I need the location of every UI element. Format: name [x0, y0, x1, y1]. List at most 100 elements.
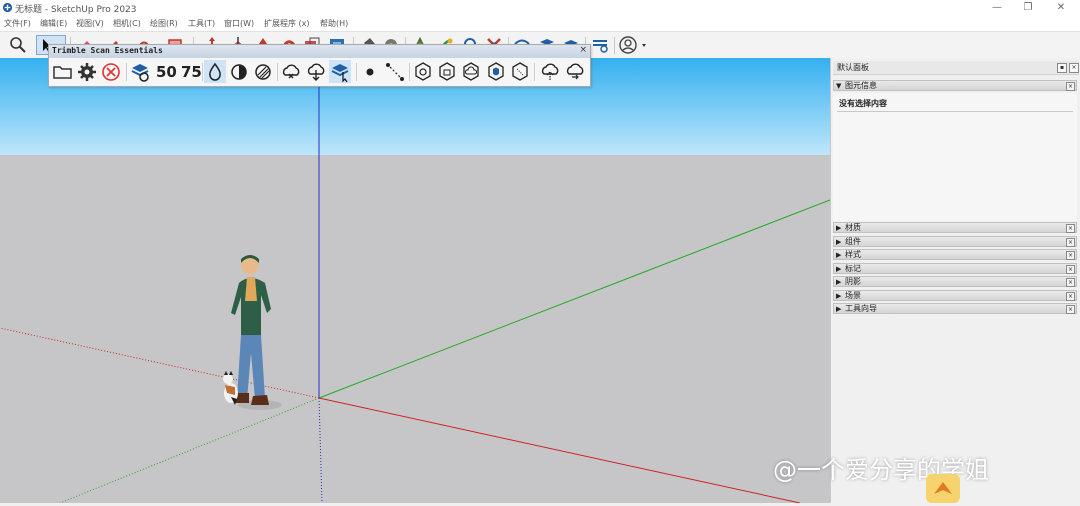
- model-viewport[interactable]: [0, 58, 830, 503]
- floating-separator: [277, 63, 278, 81]
- density-75-label: 75: [181, 63, 202, 81]
- sketchup-logo-icon: [2, 2, 13, 13]
- scan-settings-icon[interactable]: [590, 35, 610, 55]
- cloud-download-icon[interactable]: [305, 60, 327, 83]
- menu-tools[interactable]: 工具(T): [188, 18, 215, 29]
- title-bar: 无标题 - SketchUp Pro 2023 — ❐ ✕: [0, 0, 1080, 16]
- panel-header: 默认面板 ▪ ×: [833, 61, 1079, 75]
- density-50-label: 50: [156, 63, 177, 81]
- no-selection-text: 没有选择内容: [839, 99, 887, 108]
- settings-gear-icon[interactable]: [76, 60, 98, 83]
- menu-help[interactable]: 帮助(H): [320, 18, 348, 29]
- drop-icon[interactable]: [204, 60, 226, 83]
- hex-outline-icon[interactable]: [509, 60, 531, 83]
- section-label: 材质: [845, 223, 861, 232]
- cloud-x-icon[interactable]: [280, 60, 302, 83]
- panel-close-icon[interactable]: ×: [1069, 63, 1079, 73]
- crop-icon[interactable]: [412, 60, 434, 83]
- contrast-icon[interactable]: [228, 60, 250, 83]
- zoom-icon[interactable]: [8, 35, 28, 55]
- menu-view[interactable]: 视图(V): [76, 18, 104, 29]
- section-close-icon[interactable]: ×: [1066, 251, 1075, 260]
- hex-fill-icon[interactable]: [485, 60, 507, 83]
- expanded-arrow-icon: ▼: [836, 82, 842, 90]
- layers-cursor-icon[interactable]: [329, 60, 351, 83]
- entity-info-body: 没有选择内容: [833, 93, 1077, 221]
- point-icon[interactable]: [359, 60, 381, 83]
- collapsed-arrow-icon: ▶: [836, 278, 842, 286]
- section-label: 组件: [845, 237, 861, 246]
- collapsed-arrow-icon: ▶: [836, 224, 842, 232]
- floating-separator: [356, 63, 357, 81]
- menu-draw[interactable]: 绘图(R): [150, 18, 178, 29]
- menu-camera[interactable]: 相机(C): [113, 18, 141, 29]
- section-tags[interactable]: ▶ 标记 ×: [833, 263, 1077, 274]
- point-cloud-icon[interactable]: [129, 60, 151, 83]
- collapsed-arrow-icon: ▶: [836, 292, 842, 300]
- section-close-icon[interactable]: ×: [1066, 278, 1075, 287]
- toolbar-separator: [614, 37, 615, 54]
- section-components[interactable]: ▶ 组件 ×: [833, 236, 1077, 247]
- account-icon[interactable]: [618, 35, 650, 55]
- green-axis-dotted: [59, 397, 320, 503]
- section-instructor[interactable]: ▶ 工具向导 ×: [833, 303, 1077, 314]
- collapsed-arrow-icon: ▶: [836, 305, 842, 313]
- section-close-icon[interactable]: ×: [1066, 224, 1075, 233]
- floating-separator: [534, 63, 535, 81]
- floating-toolbar-titlebar[interactable]: Trimble Scan Essentials ×: [49, 45, 590, 58]
- section-close-icon[interactable]: ×: [1066, 238, 1075, 247]
- collapsed-arrow-icon: ▶: [836, 265, 842, 273]
- menu-extensions[interactable]: 扩展程序 (x): [264, 18, 310, 29]
- close-button[interactable]: ✕: [1046, 0, 1076, 16]
- floating-separator: [126, 63, 127, 81]
- density-50-button[interactable]: 50: [153, 60, 177, 83]
- section-close-icon[interactable]: ×: [1066, 82, 1075, 91]
- section-entity-info[interactable]: ▼ 图元信息 ×: [833, 80, 1077, 91]
- floating-toolbar-close[interactable]: ×: [579, 45, 587, 55]
- restore-button[interactable]: ❐: [1013, 0, 1043, 16]
- section-label: 样式: [845, 250, 861, 259]
- section-label: 图元信息: [845, 81, 877, 90]
- open-folder-icon[interactable]: [52, 60, 74, 83]
- panel-title: 默认面板: [837, 63, 869, 72]
- cloud-upload-icon[interactable]: [539, 60, 561, 83]
- pin-icon[interactable]: ▪: [1057, 63, 1067, 73]
- section-close-icon[interactable]: ×: [1066, 305, 1075, 314]
- window-title: 无标题 - SketchUp Pro 2023: [15, 5, 137, 15]
- section-label: 工具向导: [845, 304, 877, 313]
- cloud-shape-icon[interactable]: [460, 60, 482, 83]
- scan-essentials-toolbar[interactable]: Trimble Scan Essentials × 50 75: [48, 44, 591, 87]
- section-scenes[interactable]: ▶ 场景 ×: [833, 290, 1077, 301]
- watermark-logo-icon: [926, 474, 960, 503]
- divider: [837, 111, 1073, 112]
- section-label: 标记: [845, 264, 861, 273]
- line-points-icon[interactable]: [384, 60, 406, 83]
- section-label: 阴影: [845, 277, 861, 286]
- cancel-icon[interactable]: [100, 60, 122, 83]
- section-close-icon[interactable]: ×: [1066, 265, 1075, 274]
- menu-window[interactable]: 窗口(W): [224, 18, 254, 29]
- scale-figure-person[interactable]: [215, 253, 295, 413]
- menu-file[interactable]: 文件(F): [4, 18, 31, 29]
- minimize-button[interactable]: —: [982, 0, 1012, 16]
- density-75-button[interactable]: 75: [178, 60, 202, 83]
- section-styles[interactable]: ▶ 样式 ×: [833, 249, 1077, 260]
- menu-edit[interactable]: 编辑(E): [40, 18, 67, 29]
- red-axis: [318, 397, 801, 503]
- polygon-icon[interactable]: [436, 60, 458, 83]
- section-materials[interactable]: ▶ 材质 ×: [833, 222, 1077, 233]
- green-axis: [318, 199, 830, 399]
- cat: [223, 371, 238, 405]
- floating-separator: [202, 63, 203, 81]
- collapsed-arrow-icon: ▶: [836, 238, 842, 246]
- drawing-axes: [0, 58, 830, 503]
- floating-toolbar-title: Trimble Scan Essentials: [52, 46, 163, 55]
- section-label: 场景: [845, 291, 861, 300]
- blue-axis-dotted: [318, 397, 323, 503]
- section-shadows[interactable]: ▶ 阴影 ×: [833, 276, 1077, 287]
- collapsed-arrow-icon: ▶: [836, 251, 842, 259]
- section-close-icon[interactable]: ×: [1066, 292, 1075, 301]
- cloud-sync-icon[interactable]: [564, 60, 586, 83]
- hatch-icon[interactable]: [252, 60, 274, 83]
- menu-bar: 文件(F) 编辑(E) 视图(V) 相机(C) 绘图(R) 工具(T) 窗口(W…: [0, 16, 1080, 31]
